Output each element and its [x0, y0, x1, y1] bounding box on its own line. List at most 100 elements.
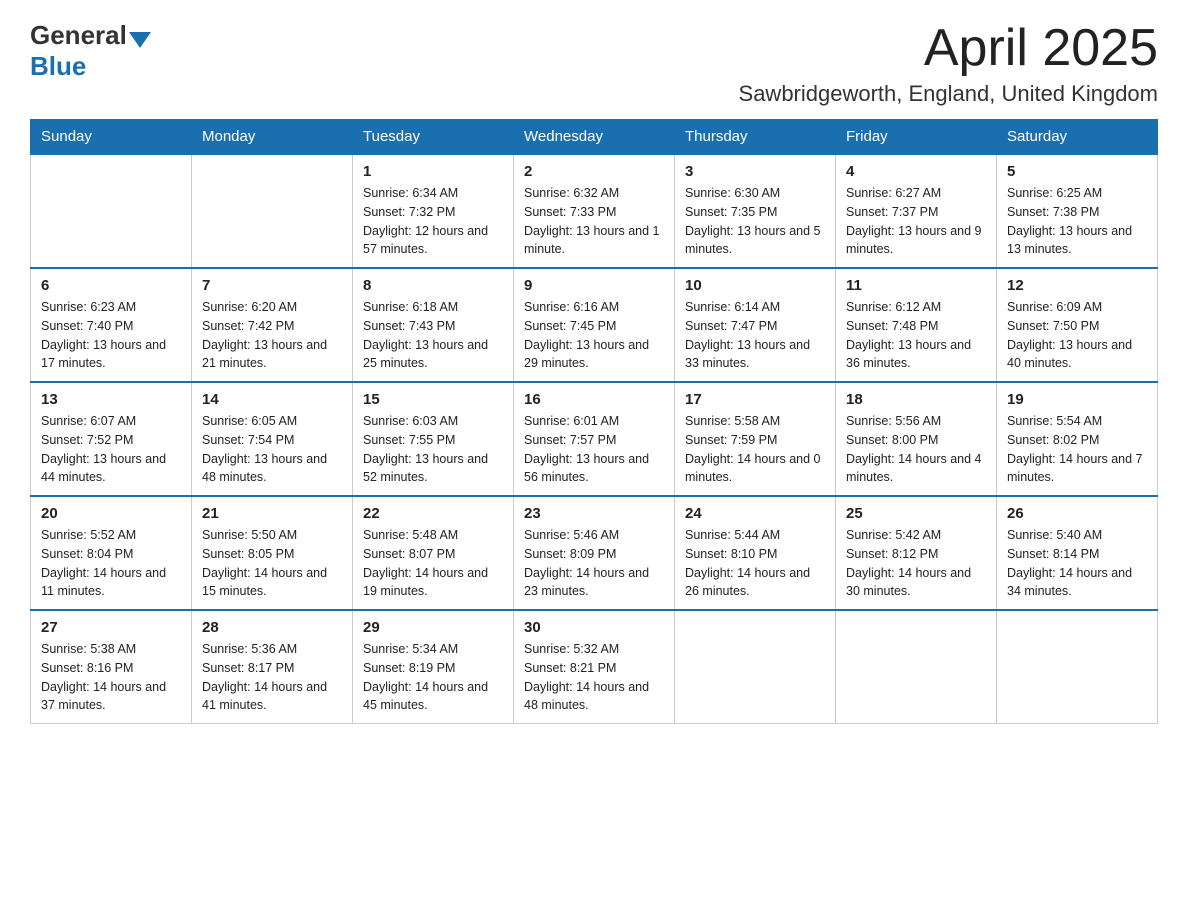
logo-general: General	[30, 20, 127, 51]
calendar-cell: 19 Sunrise: 5:54 AMSunset: 8:02 PMDayligh…	[997, 382, 1158, 496]
day-info: Sunrise: 6:20 AMSunset: 7:42 PMDaylight:…	[202, 298, 342, 373]
calendar-header-thursday: Thursday	[675, 120, 836, 155]
calendar-cell: 5Sunrise: 6:25 AMSunset: 7:38 PMDaylight…	[997, 154, 1158, 268]
day-number: 8	[363, 277, 503, 294]
day-info: Sunrise: 5:40 AMSunset: 8:14 PMDaylight:…	[1007, 526, 1147, 601]
calendar-cell: 11Sunrise: 6:12 AMSunset: 7:48 PMDayligh…	[836, 268, 997, 382]
day-number: 30	[524, 619, 664, 636]
day-info: Sunrise: 6:01 AMSunset: 7:57 PMDaylight:…	[524, 412, 664, 487]
page-header: General Blue April 2025 Sawbridgeworth, …	[30, 20, 1158, 107]
calendar-cell	[192, 154, 353, 268]
calendar-cell: 25 Sunrise: 5:42 AMSunset: 8:12 PMDayligh…	[836, 496, 997, 610]
day-info: Sunrise: 5:38 AMSunset: 8:16 PMDaylight:…	[41, 640, 181, 715]
calendar-table: SundayMondayTuesdayWednesdayThursdayFrid…	[30, 119, 1158, 724]
calendar-cell: 12 Sunrise: 6:09 AMSunset: 7:50 PMDayligh…	[997, 268, 1158, 382]
calendar-cell: 30 Sunrise: 5:32 AMSunset: 8:21 PMDayligh…	[514, 610, 675, 724]
day-info: Sunrise: 5:36 AMSunset: 8:17 PMDaylight:…	[202, 640, 342, 715]
calendar-cell: 26 Sunrise: 5:40 AMSunset: 8:14 PMDayligh…	[997, 496, 1158, 610]
day-number: 6	[41, 277, 181, 294]
day-number: 24	[685, 505, 825, 522]
calendar-cell	[836, 610, 997, 724]
day-info: Sunrise: 6:14 AMSunset: 7:47 PMDaylight:…	[685, 298, 825, 373]
week-row-1: 1Sunrise: 6:34 AMSunset: 7:32 PMDaylight…	[31, 154, 1158, 268]
title-area: April 2025 Sawbridgeworth, England, Unit…	[739, 20, 1158, 107]
calendar-header-saturday: Saturday	[997, 120, 1158, 155]
calendar-cell: 17Sunrise: 5:58 AMSunset: 7:59 PMDayligh…	[675, 382, 836, 496]
calendar-header-wednesday: Wednesday	[514, 120, 675, 155]
day-info: Sunrise: 5:56 AMSunset: 8:00 PMDaylight:…	[846, 412, 986, 487]
week-row-3: 13 Sunrise: 6:07 AMSunset: 7:52 PMDayligh…	[31, 382, 1158, 496]
day-number: 25	[846, 505, 986, 522]
calendar-cell: 10 Sunrise: 6:14 AMSunset: 7:47 PMDayligh…	[675, 268, 836, 382]
calendar-cell: 24Sunrise: 5:44 AMSunset: 8:10 PMDayligh…	[675, 496, 836, 610]
day-info: Sunrise: 5:54 AMSunset: 8:02 PMDaylight:…	[1007, 412, 1147, 487]
day-info: Sunrise: 5:34 AMSunset: 8:19 PMDaylight:…	[363, 640, 503, 715]
day-number: 5	[1007, 163, 1147, 180]
logo-triangle-icon	[129, 32, 151, 48]
day-number: 3	[685, 163, 825, 180]
calendar-cell: 14Sunrise: 6:05 AMSunset: 7:54 PMDayligh…	[192, 382, 353, 496]
calendar-cell: 13 Sunrise: 6:07 AMSunset: 7:52 PMDayligh…	[31, 382, 192, 496]
day-number: 27	[41, 619, 181, 636]
calendar-cell: 21Sunrise: 5:50 AMSunset: 8:05 PMDayligh…	[192, 496, 353, 610]
day-number: 15	[363, 391, 503, 408]
location-title: Sawbridgeworth, England, United Kingdom	[739, 81, 1158, 107]
calendar-header-monday: Monday	[192, 120, 353, 155]
day-number: 10	[685, 277, 825, 294]
calendar-cell: 9 Sunrise: 6:16 AMSunset: 7:45 PMDaylight…	[514, 268, 675, 382]
day-number: 26	[1007, 505, 1147, 522]
day-number: 23	[524, 505, 664, 522]
day-number: 12	[1007, 277, 1147, 294]
day-info: Sunrise: 5:42 AMSunset: 8:12 PMDaylight:…	[846, 526, 986, 601]
calendar-cell: 18 Sunrise: 5:56 AMSunset: 8:00 PMDayligh…	[836, 382, 997, 496]
calendar-cell: 15 Sunrise: 6:03 AMSunset: 7:55 PMDayligh…	[353, 382, 514, 496]
day-info: Sunrise: 5:48 AMSunset: 8:07 PMDaylight:…	[363, 526, 503, 601]
calendar-cell	[675, 610, 836, 724]
logo: General Blue	[30, 20, 151, 82]
day-info: Sunrise: 6:03 AMSunset: 7:55 PMDaylight:…	[363, 412, 503, 487]
week-row-4: 20 Sunrise: 5:52 AMSunset: 8:04 PMDayligh…	[31, 496, 1158, 610]
day-number: 2	[524, 163, 664, 180]
calendar-cell: 2Sunrise: 6:32 AMSunset: 7:33 PMDaylight…	[514, 154, 675, 268]
calendar-cell: 16 Sunrise: 6:01 AMSunset: 7:57 PMDayligh…	[514, 382, 675, 496]
day-info: Sunrise: 5:32 AMSunset: 8:21 PMDaylight:…	[524, 640, 664, 715]
week-row-2: 6 Sunrise: 6:23 AMSunset: 7:40 PMDaylight…	[31, 268, 1158, 382]
day-number: 20	[41, 505, 181, 522]
day-info: Sunrise: 6:09 AMSunset: 7:50 PMDaylight:…	[1007, 298, 1147, 373]
day-number: 29	[363, 619, 503, 636]
day-number: 18	[846, 391, 986, 408]
logo-blue: Blue	[30, 51, 86, 81]
day-number: 28	[202, 619, 342, 636]
calendar-cell: 29 Sunrise: 5:34 AMSunset: 8:19 PMDayligh…	[353, 610, 514, 724]
day-number: 4	[846, 163, 986, 180]
day-number: 13	[41, 391, 181, 408]
day-info: Sunrise: 6:23 AMSunset: 7:40 PMDaylight:…	[41, 298, 181, 373]
day-number: 9	[524, 277, 664, 294]
day-number: 22	[363, 505, 503, 522]
calendar-cell: 3Sunrise: 6:30 AMSunset: 7:35 PMDaylight…	[675, 154, 836, 268]
day-info: Sunrise: 6:16 AMSunset: 7:45 PMDaylight:…	[524, 298, 664, 373]
day-number: 17	[685, 391, 825, 408]
calendar-cell: 4Sunrise: 6:27 AMSunset: 7:37 PMDaylight…	[836, 154, 997, 268]
calendar-cell: 6 Sunrise: 6:23 AMSunset: 7:40 PMDaylight…	[31, 268, 192, 382]
day-info: Sunrise: 6:12 AMSunset: 7:48 PMDaylight:…	[846, 298, 986, 373]
day-number: 14	[202, 391, 342, 408]
calendar-cell: 27 Sunrise: 5:38 AMSunset: 8:16 PMDayligh…	[31, 610, 192, 724]
day-number: 21	[202, 505, 342, 522]
month-title: April 2025	[739, 20, 1158, 77]
day-number: 19	[1007, 391, 1147, 408]
calendar-cell: 1Sunrise: 6:34 AMSunset: 7:32 PMDaylight…	[353, 154, 514, 268]
calendar-cell: 22 Sunrise: 5:48 AMSunset: 8:07 PMDayligh…	[353, 496, 514, 610]
calendar-cell	[997, 610, 1158, 724]
day-info: Sunrise: 5:52 AMSunset: 8:04 PMDaylight:…	[41, 526, 181, 601]
calendar-header-sunday: Sunday	[31, 120, 192, 155]
day-number: 16	[524, 391, 664, 408]
calendar-cell: 23Sunrise: 5:46 AMSunset: 8:09 PMDayligh…	[514, 496, 675, 610]
calendar-cell: 20 Sunrise: 5:52 AMSunset: 8:04 PMDayligh…	[31, 496, 192, 610]
calendar-header-friday: Friday	[836, 120, 997, 155]
calendar-cell: 7Sunrise: 6:20 AMSunset: 7:42 PMDaylight…	[192, 268, 353, 382]
calendar-header-tuesday: Tuesday	[353, 120, 514, 155]
day-number: 1	[363, 163, 503, 180]
day-info: Sunrise: 6:07 AMSunset: 7:52 PMDaylight:…	[41, 412, 181, 487]
calendar-cell: 8Sunrise: 6:18 AMSunset: 7:43 PMDaylight…	[353, 268, 514, 382]
